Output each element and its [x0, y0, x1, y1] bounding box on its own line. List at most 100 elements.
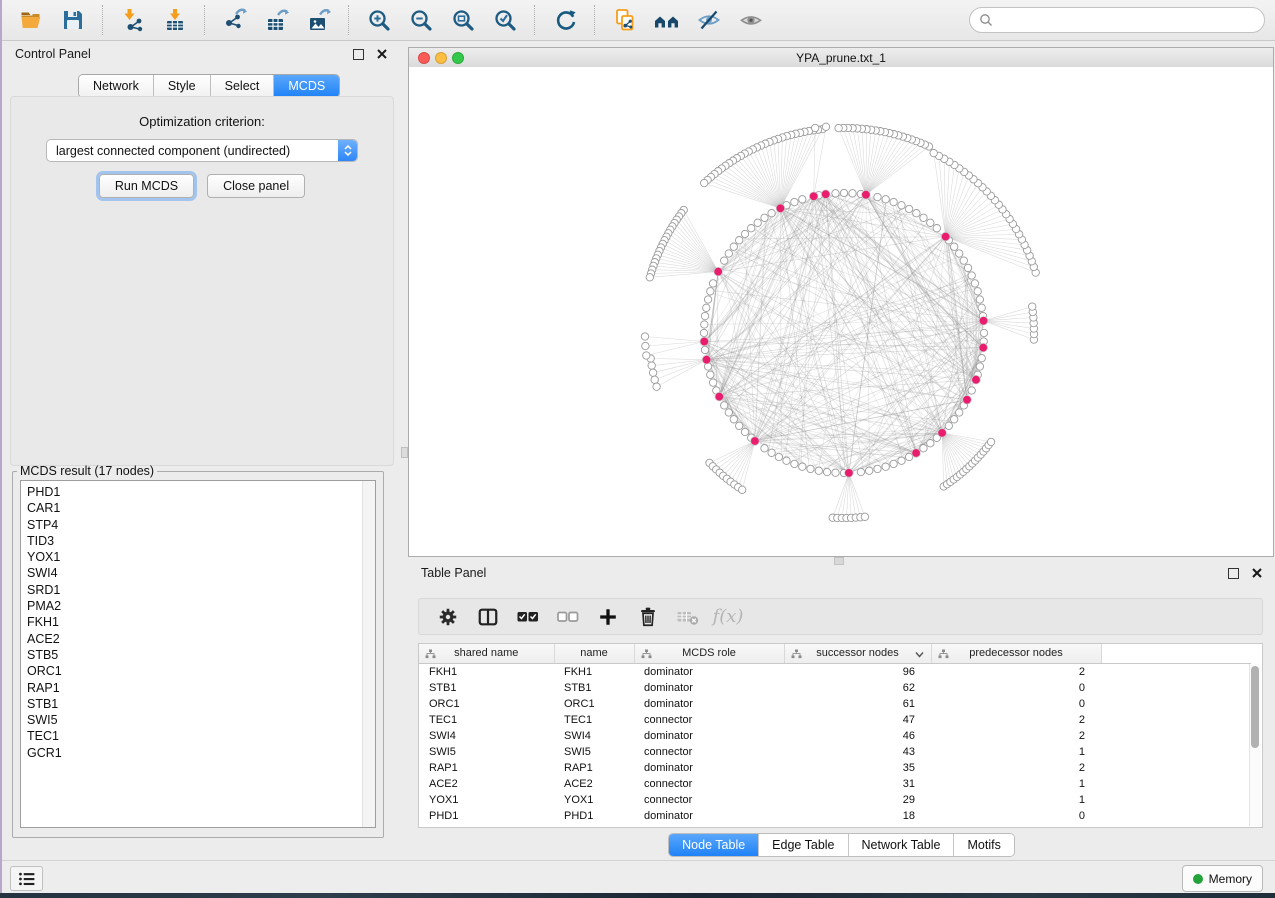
network-node[interactable]: [933, 225, 940, 232]
network-node[interactable]: [725, 409, 732, 416]
network-node[interactable]: [874, 465, 881, 472]
mcds-result-item[interactable]: ORC1: [27, 663, 362, 679]
splitter-handle[interactable]: [401, 447, 408, 458]
network-node[interactable]: [978, 304, 985, 311]
mcds-hub-node[interactable]: [972, 375, 981, 384]
network-node[interactable]: [1029, 303, 1036, 310]
table-row[interactable]: RAP1RAP1dominator352: [419, 760, 1251, 776]
mcds-result-item[interactable]: SWI4: [27, 565, 362, 581]
table-row[interactable]: SWI5SWI5connector431: [419, 744, 1251, 760]
memory-button[interactable]: Memory: [1182, 865, 1263, 892]
mcds-result-item[interactable]: ACE2: [27, 631, 362, 647]
network-node[interactable]: [964, 264, 971, 271]
network-node[interactable]: [832, 469, 839, 476]
network-node[interactable]: [968, 272, 975, 279]
zoom-out-button[interactable]: [400, 3, 442, 37]
network-node[interactable]: [701, 346, 708, 353]
mcds-hub-node[interactable]: [809, 192, 818, 201]
network-node[interactable]: [651, 376, 658, 383]
network-node[interactable]: [736, 237, 743, 244]
network-node[interactable]: [927, 440, 934, 447]
network-node[interactable]: [730, 416, 737, 423]
network-node[interactable]: [866, 467, 873, 474]
settings-button[interactable]: [428, 602, 468, 632]
network-node[interactable]: [701, 179, 708, 186]
mcds-hub-node[interactable]: [979, 317, 988, 326]
function-builder-button[interactable]: f(x): [708, 602, 748, 632]
network-node[interactable]: [882, 463, 889, 470]
network-node[interactable]: [768, 210, 775, 217]
network-window-titlebar[interactable]: YPA_prune.txt_1: [409, 48, 1273, 68]
network-node[interactable]: [945, 422, 952, 429]
network-node[interactable]: [971, 280, 978, 287]
network-node[interactable]: [987, 438, 994, 445]
mcds-result-item[interactable]: PHD1: [27, 484, 362, 500]
tab-style[interactable]: Style: [154, 75, 211, 97]
delete-selected-button[interactable]: [628, 602, 668, 632]
close-window-icon[interactable]: [418, 52, 430, 64]
tab-network[interactable]: Network: [79, 75, 154, 97]
import-network-button[interactable]: [112, 3, 154, 37]
network-node[interactable]: [648, 362, 655, 369]
close-panel-icon[interactable]: [377, 49, 387, 59]
mcds-result-item[interactable]: STB5: [27, 647, 362, 663]
network-node[interactable]: [642, 342, 649, 349]
task-history-button[interactable]: [10, 866, 43, 891]
zoom-in-button[interactable]: [358, 3, 400, 37]
network-node[interactable]: [978, 355, 985, 362]
column-header-name[interactable]: name: [554, 644, 634, 663]
network-node[interactable]: [861, 513, 868, 520]
delete-table-button[interactable]: [668, 602, 708, 632]
mcds-result-item[interactable]: TEC1: [27, 728, 362, 744]
network-node[interactable]: [707, 371, 714, 378]
network-node[interactable]: [857, 468, 864, 475]
mcds-result-item[interactable]: YOX1: [27, 549, 362, 565]
network-node[interactable]: [890, 198, 897, 205]
mcds-hub-node[interactable]: [963, 396, 972, 405]
network-node[interactable]: [976, 363, 983, 370]
mcds-hub-node[interactable]: [862, 190, 871, 199]
mcds-hub-node[interactable]: [821, 190, 830, 199]
network-node[interactable]: [775, 453, 782, 460]
close-panel-button[interactable]: Close panel: [207, 174, 305, 198]
mcds-result-item[interactable]: FKH1: [27, 614, 362, 630]
network-node[interactable]: [799, 463, 806, 470]
network-node[interactable]: [791, 198, 798, 205]
network-node[interactable]: [807, 465, 814, 472]
mcds-list-scrollbar[interactable]: [362, 481, 375, 827]
show-column-button[interactable]: [468, 602, 508, 632]
vertical-splitter[interactable]: [400, 41, 408, 860]
network-node[interactable]: [980, 329, 987, 336]
network-node[interactable]: [920, 445, 927, 452]
mcds-result-item[interactable]: SRD1: [27, 582, 362, 598]
save-session-button[interactable]: [52, 3, 94, 37]
column-header-predecessor-nodes[interactable]: predecessor nodes: [931, 644, 1101, 663]
column-header-successor-nodes[interactable]: successor nodes: [784, 644, 931, 663]
network-node[interactable]: [721, 257, 728, 264]
search-input[interactable]: [993, 9, 1264, 31]
mcds-hub-node[interactable]: [776, 204, 785, 213]
network-node[interactable]: [905, 205, 912, 212]
network-node[interactable]: [874, 193, 881, 200]
export-image-button[interactable]: [298, 3, 340, 37]
mcds-hub-node[interactable]: [715, 392, 724, 401]
network-node[interactable]: [643, 352, 650, 359]
mcds-result-item[interactable]: TID3: [27, 533, 362, 549]
network-node[interactable]: [791, 460, 798, 467]
network-node[interactable]: [920, 214, 927, 221]
mcds-result-item[interactable]: STB1: [27, 696, 362, 712]
network-node[interactable]: [761, 214, 768, 221]
horizontal-splitter-handle[interactable]: [834, 557, 844, 565]
network-node[interactable]: [736, 422, 743, 429]
network-node[interactable]: [956, 250, 963, 257]
network-node[interactable]: [709, 280, 716, 287]
run-mcds-button[interactable]: Run MCDS: [99, 174, 194, 198]
zoom-fit-button[interactable]: [442, 3, 484, 37]
network-node[interactable]: [707, 288, 714, 295]
network-node[interactable]: [968, 387, 975, 394]
hide-selected-button[interactable]: [688, 3, 730, 37]
close-panel-icon[interactable]: [1252, 568, 1262, 578]
table-scrollbar-thumb[interactable]: [1251, 666, 1259, 748]
open-file-button[interactable]: [10, 3, 52, 37]
network-node[interactable]: [832, 190, 839, 197]
